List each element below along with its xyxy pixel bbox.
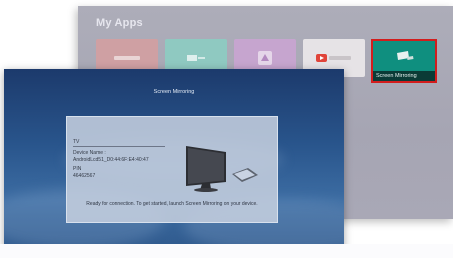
pin-label: PIN — [73, 166, 82, 172]
my-apps-title: My Apps — [96, 17, 143, 29]
app-logo-icon — [258, 51, 272, 65]
phone-icon — [232, 168, 258, 182]
tv-section-label: TV — [73, 139, 80, 145]
tv-icon — [186, 146, 226, 192]
tv-phone-illustration — [186, 146, 258, 192]
screen-mirroring-app-tile[interactable]: Screen Mirroring — [371, 39, 437, 83]
screen-mirroring-screen: Screen Mirroring TV Device Name : Androi… — [4, 69, 344, 258]
device-name-label: Device Name : — [73, 150, 106, 156]
stage: My Apps Screen Mirroring Screen Mirrorin… — [0, 0, 453, 258]
pin-value: 46462567 — [73, 173, 96, 179]
app-logo-icon — [114, 56, 140, 60]
connection-dialog: TV Device Name : AndroidLcd51_D0:44:6F:E… — [66, 116, 278, 223]
screen-mirroring-icon — [397, 51, 414, 60]
screen-mirroring-tile-label: Screen Mirroring — [373, 71, 435, 81]
screen-mirroring-title: Screen Mirroring — [153, 89, 195, 95]
connection-status-text: Ready for connection. To get started, la… — [86, 201, 258, 207]
device-name-value: AndroidLcd51_D0:44:6F:E4:40:47 — [73, 157, 149, 163]
app-logo-icon — [187, 55, 205, 61]
page-bottom-band — [0, 244, 453, 258]
video-app-logo-icon — [316, 54, 351, 62]
section-divider — [73, 146, 165, 147]
